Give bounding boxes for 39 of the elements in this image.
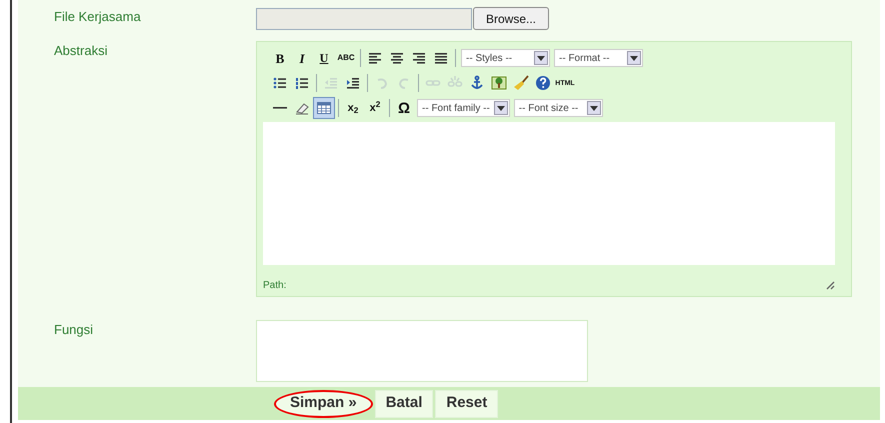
broom-icon: [513, 75, 529, 92]
dropdown[interactable]: -- Styles --: [461, 49, 550, 68]
anchor-icon: [469, 75, 485, 92]
toolbar-button[interactable]: U: [313, 47, 335, 70]
toolbar-button[interactable]: x$_{2}$: [342, 97, 364, 120]
toolbar-button[interactable]: B: [269, 47, 291, 70]
caret-icon: [534, 51, 548, 66]
file-path-field[interactable]: [256, 8, 472, 30]
path-label: Path:: [263, 278, 286, 293]
field-label: File Kerjasama: [53, 8, 142, 26]
align-right-icon: [411, 50, 427, 66]
form-button[interactable]: Reset: [435, 390, 498, 418]
field-label: Fungsi: [53, 320, 94, 339]
horizontal-rule-icon: [273, 107, 287, 110]
browse-button[interactable]: Browse...: [473, 7, 550, 30]
form-button[interactable]: Batal: [374, 390, 434, 418]
toolbar-button[interactable]: I: [291, 47, 313, 70]
caret-icon: [494, 101, 508, 116]
toolbar-button[interactable]: x$^{2}$: [364, 97, 386, 120]
dropdown[interactable]: -- Font size --: [514, 99, 603, 118]
toolbar-button[interactable]: ABC: [335, 47, 357, 70]
dropdown[interactable]: -- Format --: [554, 49, 643, 68]
image-icon: [491, 75, 507, 92]
indent-icon: [345, 75, 361, 92]
toolbar-button[interactable]: Ω: [393, 97, 415, 120]
align-center-icon: [389, 50, 405, 66]
align-left-icon: [367, 50, 383, 66]
numbered-list-icon: [294, 75, 310, 92]
field-label: Abstraksi: [53, 42, 108, 60]
dropdown[interactable]: -- Font family --: [417, 99, 510, 118]
align-justify-icon: [433, 50, 449, 66]
help-icon: [535, 75, 551, 92]
bullet-list-icon: [272, 75, 288, 92]
resize-handle-icon[interactable]: [825, 280, 835, 290]
table-icon: [316, 100, 332, 116]
caret-icon: [627, 51, 641, 66]
outdent-icon: [323, 75, 339, 92]
caret-icon: [586, 101, 601, 116]
form-button[interactable]: Simpan »: [274, 390, 373, 418]
